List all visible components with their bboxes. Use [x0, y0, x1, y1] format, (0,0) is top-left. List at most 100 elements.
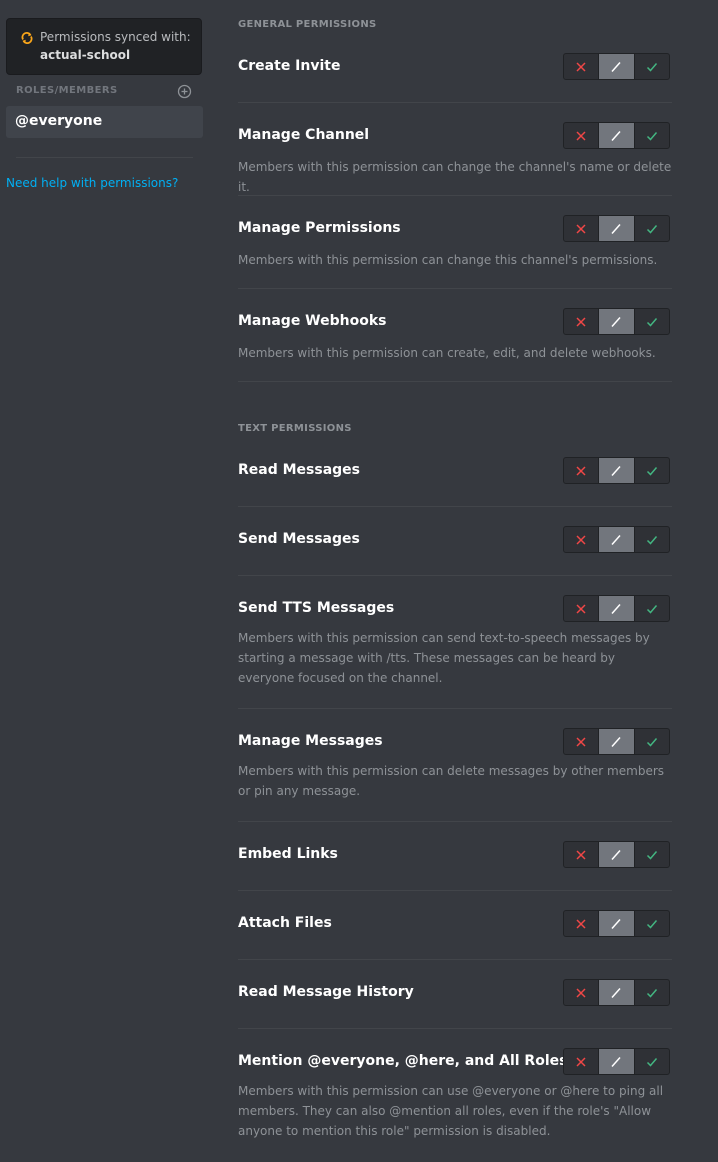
permission-title: Create Invite [238, 58, 341, 74]
pass-button[interactable] [598, 216, 634, 241]
x-icon [576, 849, 586, 860]
sidebar-divider [16, 157, 193, 158]
permission-title: Manage Channel [238, 127, 370, 143]
x-icon [576, 987, 586, 998]
pass-button[interactable] [598, 123, 634, 148]
deny-button[interactable] [564, 911, 598, 936]
divider [238, 506, 672, 507]
allow-button[interactable] [633, 911, 669, 936]
divider [238, 1028, 672, 1029]
permission-description: Members with this permission can change … [238, 253, 658, 267]
allow-button[interactable] [633, 309, 669, 334]
help-link[interactable]: Need help with permissions? [6, 176, 178, 190]
allow-button[interactable] [633, 216, 669, 241]
x-icon [576, 1056, 586, 1067]
sync-label: Permissions synced with: [40, 30, 191, 44]
check-icon [646, 535, 657, 545]
permission-title: Mention @everyone, @here, and All Roles [238, 1053, 568, 1069]
x-icon [576, 61, 586, 72]
allow-button[interactable] [633, 842, 669, 867]
check-icon [646, 919, 657, 929]
permission-toggle [563, 841, 670, 868]
permission-title: Read Messages [238, 462, 361, 478]
pass-button[interactable] [598, 458, 634, 483]
permission-toggle [563, 308, 670, 335]
allow-button[interactable] [633, 123, 669, 148]
sidebar: Permissions synced with: actual-school R… [0, 0, 210, 1162]
permission-toggle [563, 595, 670, 622]
check-icon [646, 131, 657, 141]
allow-button[interactable] [633, 729, 669, 754]
slash-icon [611, 61, 622, 72]
sync-icon [21, 32, 33, 44]
pass-button[interactable] [598, 596, 634, 621]
deny-button[interactable] [564, 842, 598, 867]
check-icon [646, 850, 657, 860]
allow-button[interactable] [633, 54, 669, 79]
pass-button[interactable] [598, 1049, 634, 1074]
x-icon [576, 130, 586, 141]
permission-title: Attach Files [238, 915, 332, 931]
permission-title: Manage Webhooks [238, 313, 387, 329]
allow-button[interactable] [633, 980, 669, 1005]
slash-icon [611, 987, 622, 998]
check-icon [646, 62, 657, 72]
pass-button[interactable] [598, 842, 634, 867]
roles-header: ROLES/MEMBERS [16, 85, 118, 96]
permission-toggle [563, 1048, 670, 1075]
check-icon [646, 317, 657, 327]
x-icon [576, 603, 586, 614]
permission-description: Members with this permission can use @ev… [238, 1084, 664, 1138]
pass-button[interactable] [598, 527, 634, 552]
deny-button[interactable] [564, 527, 598, 552]
permission-title: Manage Messages [238, 733, 383, 749]
deny-button[interactable] [564, 980, 598, 1005]
divider [238, 890, 672, 891]
permission-toggle [563, 457, 670, 484]
check-icon [646, 988, 657, 998]
deny-button[interactable] [564, 54, 598, 79]
deny-button[interactable] [564, 458, 598, 483]
pass-button[interactable] [598, 911, 634, 936]
permission-toggle [563, 215, 670, 242]
role-item-label: @everyone [15, 113, 103, 129]
permission-title: Manage Permissions [238, 220, 401, 236]
deny-button[interactable] [564, 729, 598, 754]
permission-description: Members with this permission can delete … [238, 764, 665, 798]
permission-title: Read Message History [238, 984, 414, 1000]
check-icon [646, 1057, 657, 1067]
slash-icon [611, 465, 622, 476]
permission-description: Members with this permission can change … [238, 160, 672, 194]
pass-button[interactable] [598, 980, 634, 1005]
pass-button[interactable] [598, 54, 634, 79]
pass-button[interactable] [598, 729, 634, 754]
allow-button[interactable] [633, 458, 669, 483]
deny-button[interactable] [564, 216, 598, 241]
sync-notice: Permissions synced with: actual-school [6, 18, 202, 75]
allow-button[interactable] [633, 1049, 669, 1074]
allow-button[interactable] [633, 527, 669, 552]
add-role-icon[interactable] [177, 84, 192, 99]
permission-toggle [563, 53, 670, 80]
permission-description: Members with this permission can send te… [238, 631, 650, 685]
check-icon [646, 604, 657, 614]
deny-button[interactable] [564, 1049, 598, 1074]
slash-icon [611, 603, 622, 614]
slash-icon [611, 1056, 622, 1067]
slash-icon [611, 534, 622, 545]
allow-button[interactable] [633, 596, 669, 621]
permission-title: Send Messages [238, 531, 360, 547]
permission-title: Embed Links [238, 846, 338, 862]
slash-icon [611, 849, 622, 860]
deny-button[interactable] [564, 309, 598, 334]
deny-button[interactable] [564, 123, 598, 148]
check-icon [646, 224, 657, 234]
x-icon [576, 465, 586, 476]
role-item-everyone[interactable]: @everyone [6, 106, 203, 138]
permission-description: Members with this permission can create,… [238, 346, 656, 360]
divider [238, 288, 672, 289]
permission-toggle [563, 526, 670, 553]
pass-button[interactable] [598, 309, 634, 334]
deny-button[interactable] [564, 596, 598, 621]
x-icon [576, 316, 586, 327]
